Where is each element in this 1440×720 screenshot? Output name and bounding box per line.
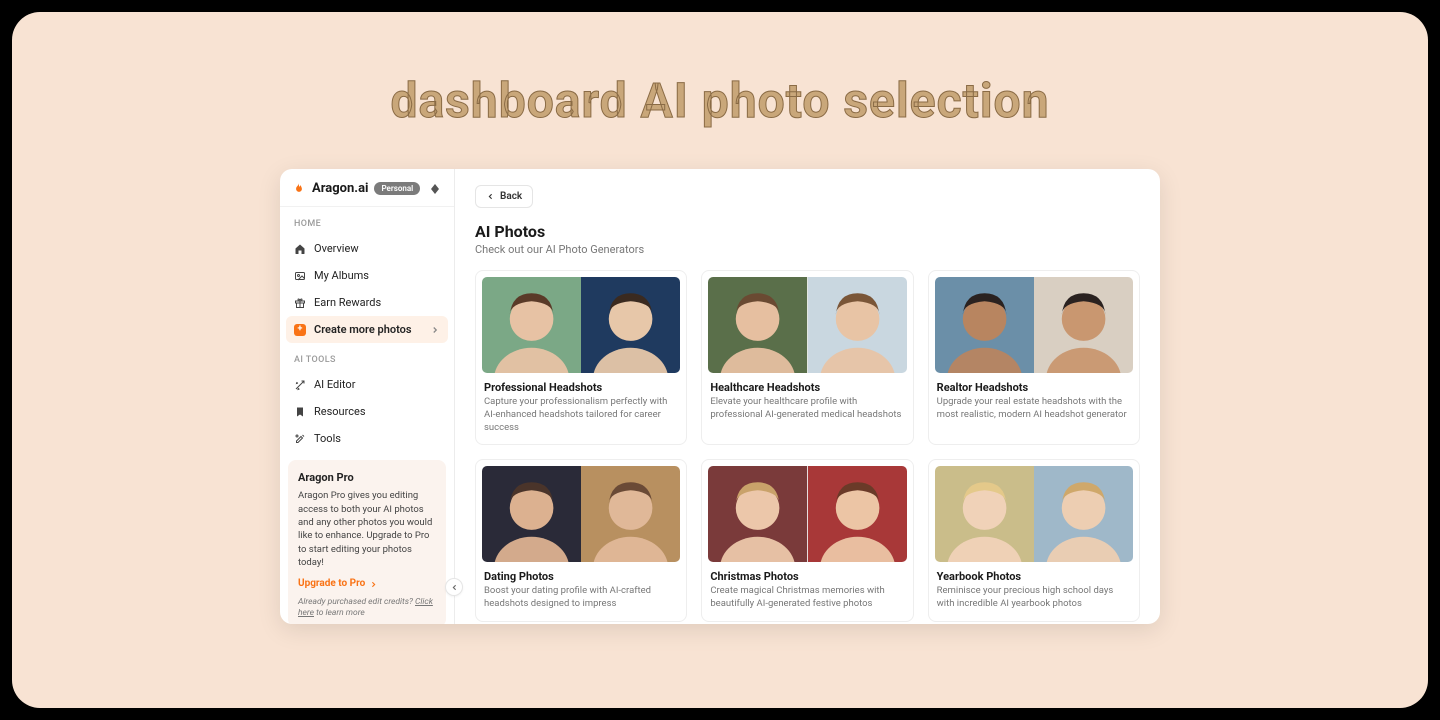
sidebar-item-earn-rewards[interactable]: Earn Rewards — [280, 289, 454, 316]
card-description: Capture your professionalism perfectly w… — [484, 396, 678, 434]
flame-icon — [292, 182, 306, 196]
org-switcher-icon[interactable] — [430, 182, 440, 196]
card-image-row — [935, 466, 1133, 562]
generator-card[interactable]: Professional Headshots Capture your prof… — [475, 270, 687, 445]
card-image-row — [482, 277, 680, 373]
sidebar-item-label: Overview — [314, 242, 359, 255]
card-title: Dating Photos — [484, 570, 678, 583]
page-title: AI Photos — [475, 222, 1140, 241]
card-description: Reminisce your precious high school days… — [937, 585, 1131, 611]
back-button-label: Back — [500, 191, 522, 202]
card-image — [581, 277, 680, 373]
card-description: Create magical Christmas memories with b… — [710, 585, 904, 611]
card-image — [482, 466, 581, 562]
card-image — [708, 466, 807, 562]
card-image — [581, 466, 680, 562]
chevron-right-icon — [430, 325, 440, 335]
upgrade-to-pro-link[interactable]: Upgrade to Pro — [298, 577, 436, 591]
sidebar-item-label: Earn Rewards — [314, 296, 381, 309]
card-title: Professional Headshots — [484, 381, 678, 394]
sidebar-item-ai-editor[interactable]: AI Editor — [280, 371, 454, 398]
card-image-row — [482, 466, 680, 562]
app-window: Aragon.ai Personal HOME Overview My Albu… — [280, 169, 1160, 624]
chevron-left-icon — [450, 583, 459, 592]
card-description: Upgrade your real estate headshots with … — [937, 396, 1131, 422]
wand-icon — [294, 379, 306, 391]
pro-card-body: Aragon Pro gives you editing access to b… — [298, 489, 436, 569]
sidebar-item-label: Tools — [314, 432, 341, 445]
chevron-right-icon — [369, 580, 378, 589]
sidebar-item-label: AI Editor — [314, 378, 355, 391]
sidebar-item-my-albums[interactable]: My Albums — [280, 262, 454, 289]
card-image — [808, 277, 907, 373]
card-title: Yearbook Photos — [937, 570, 1131, 583]
generator-card[interactable]: Realtor Headshots Upgrade your real esta… — [928, 270, 1140, 445]
back-button[interactable]: Back — [475, 185, 533, 208]
card-image-row — [935, 277, 1133, 373]
generator-card[interactable]: Christmas Photos Create magical Christma… — [701, 459, 913, 622]
sidebar-item-label: Resources — [314, 405, 366, 418]
tools-icon — [294, 433, 306, 445]
sidebar-item-overview[interactable]: Overview — [280, 235, 454, 262]
brand-name: Aragon.ai — [312, 181, 368, 196]
card-image — [935, 277, 1034, 373]
generator-card[interactable]: Healthcare Headshots Elevate your health… — [701, 270, 913, 445]
card-image — [808, 466, 907, 562]
collapse-sidebar-button[interactable] — [445, 578, 463, 596]
generator-card[interactable]: Yearbook Photos Reminisce your precious … — [928, 459, 1140, 622]
section-label-aitools: AI TOOLS — [280, 343, 454, 371]
card-title: Christmas Photos — [710, 570, 904, 583]
card-image — [1034, 466, 1133, 562]
card-grid: Professional Headshots Capture your prof… — [475, 270, 1140, 622]
card-image-row — [708, 277, 906, 373]
card-title: Healthcare Headshots — [710, 381, 904, 394]
card-image — [935, 466, 1034, 562]
sidebar-item-create-more-photos[interactable]: + Create more photos — [286, 316, 448, 343]
pro-card-title: Aragon Pro — [298, 470, 436, 485]
plan-badge: Personal — [374, 182, 420, 195]
pro-fineprint: Already purchased edit credits? Click he… — [298, 597, 436, 619]
card-description: Elevate your healthcare profile with pro… — [710, 396, 904, 422]
sidebar-item-label: My Albums — [314, 269, 369, 282]
card-title: Realtor Headshots — [937, 381, 1131, 394]
sidebar-item-resources[interactable]: Resources — [280, 398, 454, 425]
sidebar: Aragon.ai Personal HOME Overview My Albu… — [280, 169, 455, 624]
brand-header[interactable]: Aragon.ai Personal — [280, 169, 454, 207]
home-icon — [294, 243, 306, 255]
page-subtitle: Check out our AI Photo Generators — [475, 243, 1140, 256]
card-image — [1034, 277, 1133, 373]
card-image — [482, 277, 581, 373]
card-image-row — [708, 466, 906, 562]
album-icon — [294, 270, 306, 282]
pro-upsell-card: Aragon Pro Aragon Pro gives you editing … — [288, 460, 446, 624]
chevron-left-icon — [486, 192, 495, 201]
sidebar-item-tools[interactable]: Tools — [280, 425, 454, 452]
annotation-title: dashboard AI photo selection — [12, 72, 1428, 129]
card-description: Boost your dating profile with AI-crafte… — [484, 585, 678, 611]
plus-icon: + — [294, 324, 306, 336]
main-content: Back AI Photos Check out our AI Photo Ge… — [455, 169, 1160, 624]
card-image — [708, 277, 807, 373]
generator-card[interactable]: Dating Photos Boost your dating profile … — [475, 459, 687, 622]
upgrade-link-label: Upgrade to Pro — [298, 577, 365, 591]
bookmark-icon — [294, 406, 306, 418]
gift-icon — [294, 297, 306, 309]
sidebar-item-label: Create more photos — [314, 323, 412, 336]
section-label-home: HOME — [280, 207, 454, 235]
